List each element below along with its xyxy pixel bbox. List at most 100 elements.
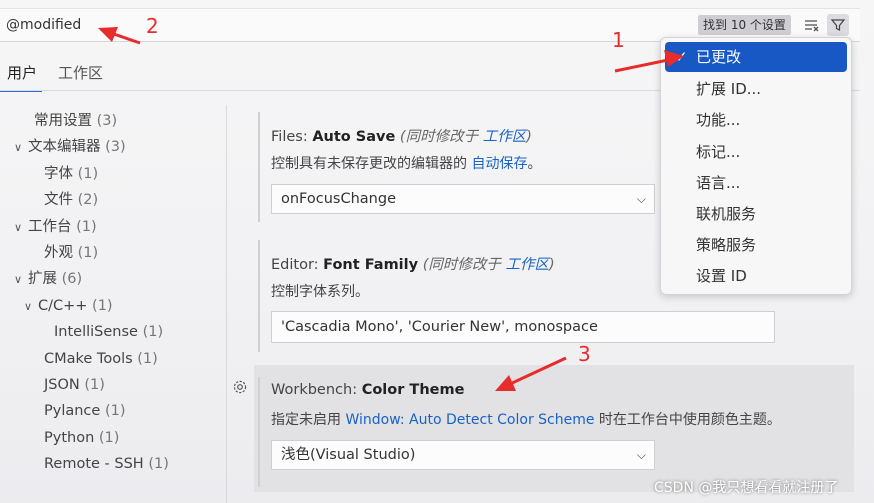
tree-item-python[interactable]: Python (1) — [44, 427, 119, 449]
menu-item-label: 设置 ID — [696, 267, 747, 285]
watermark: CSDN @我只想看看就注册了 — [654, 480, 839, 496]
workspace-link[interactable]: 工作区 — [483, 129, 527, 145]
desc-prefix: 指定未启用 — [271, 412, 346, 428]
tree-item-count: (1) — [137, 351, 158, 367]
tree-item-count: (6) — [61, 271, 83, 287]
tree-item-label: 工作台 — [28, 219, 72, 235]
chevron-down-icon: ∨ — [24, 300, 33, 313]
filter-icon[interactable] — [827, 14, 849, 36]
menu-item-policy-services[interactable]: 策略服务 — [665, 230, 847, 260]
setting-description: 控制具有未保存更改的编辑器的 自动保存。 — [271, 153, 541, 173]
tree-item-cpp[interactable]: ∨ C/C++ (1) — [24, 295, 113, 317]
chevron-down-icon: ∨ — [14, 141, 23, 154]
tree-item-text-editor[interactable]: ∨ 文本编辑器 (3) — [14, 136, 126, 158]
tree-item-count: (3) — [96, 113, 118, 129]
tree-item-font[interactable]: 字体 (1) — [44, 163, 98, 185]
chevron-down-icon: ⌵ — [636, 448, 646, 462]
tree-item-label: 字体 — [44, 166, 73, 182]
tree-item-label: CMake Tools — [44, 351, 133, 367]
auto-save-link[interactable]: 自动保存 — [471, 156, 527, 172]
menu-item-label: 联机服务 — [696, 205, 757, 223]
setting-description: 指定未启用 Window: Auto Detect Color Scheme 时… — [271, 409, 781, 429]
setting-description: 控制字体系列。 — [271, 284, 369, 300]
setting-name: Font Family — [323, 257, 419, 273]
tree-item-appearance[interactable]: 外观 (1) — [44, 242, 98, 264]
tree-item-json[interactable]: JSON (1) — [44, 374, 105, 396]
tree-item-count: (1) — [98, 430, 120, 446]
select-value: onFocusChange — [281, 191, 396, 207]
desc-suffix: 。 — [527, 156, 542, 172]
tree-item-count: (1) — [148, 456, 169, 472]
tree-item-count: (1) — [76, 219, 97, 235]
tree-item-label: IntelliSense — [54, 324, 138, 340]
tree-item-count: (1) — [92, 298, 113, 314]
menu-item-feature[interactable]: 功能... — [665, 105, 847, 135]
tree-item-label: 扩展 — [28, 271, 57, 287]
clear-filters-icon[interactable] — [801, 14, 823, 36]
color-theme-select[interactable]: 浅色(Visual Studio) ⌵ — [271, 440, 655, 470]
tree-item-count: (1) — [84, 377, 105, 393]
tree-item-count: (1) — [77, 245, 99, 261]
tree-item-count: (1) — [104, 403, 126, 419]
tree-item-label: 外观 — [44, 245, 73, 261]
workspace-link[interactable]: 工作区 — [505, 257, 549, 273]
menu-item-label: 已更改 — [696, 48, 742, 66]
menu-item-label: 策略服务 — [696, 236, 757, 254]
setting-title: Editor: Font Family (同时修改于 工作区) — [271, 253, 555, 274]
menu-item-tag[interactable]: 标记... — [665, 137, 847, 167]
desc-prefix: 控制具有未保存更改的编辑器的 — [271, 156, 472, 172]
note-suffix: ) — [526, 129, 532, 145]
font-family-input[interactable]: 'Cascadia Mono', 'Courier New', monospac… — [271, 311, 775, 343]
annotation-number-3: 3 — [578, 342, 591, 366]
tree-item-count: (2) — [77, 192, 99, 208]
menu-item-label: 扩展 ID... — [696, 80, 762, 98]
tree-item-count: (3) — [105, 139, 126, 155]
chevron-down-icon: ⌵ — [636, 192, 646, 206]
search-input[interactable] — [6, 15, 566, 35]
modified-elsewhere-note: (同时修改于 工作区) — [400, 129, 532, 145]
tree-item-pylance[interactable]: Pylance (1) — [44, 400, 125, 422]
menu-item-language[interactable]: 语言... — [665, 168, 847, 198]
setting-name: Color Theme — [361, 382, 465, 398]
auto-save-select[interactable]: onFocusChange ⌵ — [271, 184, 655, 214]
tree-item-count: (1) — [77, 166, 99, 182]
auto-detect-color-scheme-link[interactable]: Window: Auto Detect Color Scheme — [345, 412, 594, 428]
annotation-number-2: 2 — [146, 14, 159, 38]
check-icon: ✓ — [675, 48, 688, 66]
tree-item-cmake-tools[interactable]: CMake Tools (1) — [44, 348, 158, 370]
gear-icon[interactable] — [231, 378, 249, 396]
tree-item-remote-ssh[interactable]: Remote - SSH (1) — [44, 453, 169, 475]
setting-workbench-color-theme: Workbench: Color Theme 指定未启用 Window: Aut… — [254, 365, 854, 492]
tree-item-label: 常用设置 — [34, 113, 92, 129]
setting-indicator — [258, 377, 260, 487]
tree-item-label: Python — [44, 430, 95, 446]
tab-user[interactable]: 用户 — [7, 62, 37, 83]
note-prefix: (同时修改于 — [399, 129, 483, 145]
tab-workspace[interactable]: 工作区 — [58, 62, 103, 83]
setting-title: Files: Auto Save (同时修改于 工作区) — [271, 125, 532, 146]
tree-item-label: C/C++ — [38, 298, 88, 314]
result-count-badge: 找到 10 个设置 — [698, 15, 791, 35]
tree-item-label: 文本编辑器 — [28, 139, 101, 155]
menu-item-online-services[interactable]: 联机服务 — [665, 199, 847, 229]
select-value: 浅色(Visual Studio) — [281, 447, 416, 463]
tree-item-extensions[interactable]: ∨ 扩展 (6) — [14, 268, 82, 290]
chevron-down-icon: ∨ — [14, 273, 23, 286]
tree-sash[interactable] — [226, 105, 227, 503]
tree-item-common[interactable]: 常用设置 (3) — [34, 110, 117, 132]
tree-item-intellisense[interactable]: IntelliSense (1) — [54, 321, 163, 343]
menu-item-label: 标记... — [696, 143, 741, 161]
tree-item-files[interactable]: 文件 (2) — [44, 189, 98, 211]
tree-item-workbench[interactable]: ∨ 工作台 (1) — [14, 216, 97, 238]
chevron-down-icon: ∨ — [14, 221, 23, 234]
setting-name: Auto Save — [312, 129, 396, 145]
setting-title: Workbench: Color Theme — [271, 382, 464, 398]
menu-item-label: 功能... — [696, 111, 741, 129]
modified-elsewhere-note: (同时修改于 工作区) — [423, 257, 555, 273]
menu-item-extension-id[interactable]: 扩展 ID... — [665, 74, 847, 104]
menu-item-modified[interactable]: ✓ 已更改 — [665, 42, 847, 72]
note-suffix: ) — [548, 257, 555, 273]
tree-item-count: (1) — [142, 324, 164, 340]
menu-item-setting-id[interactable]: 设置 ID — [665, 261, 847, 291]
input-value: 'Cascadia Mono', 'Courier New', monospac… — [281, 319, 598, 335]
